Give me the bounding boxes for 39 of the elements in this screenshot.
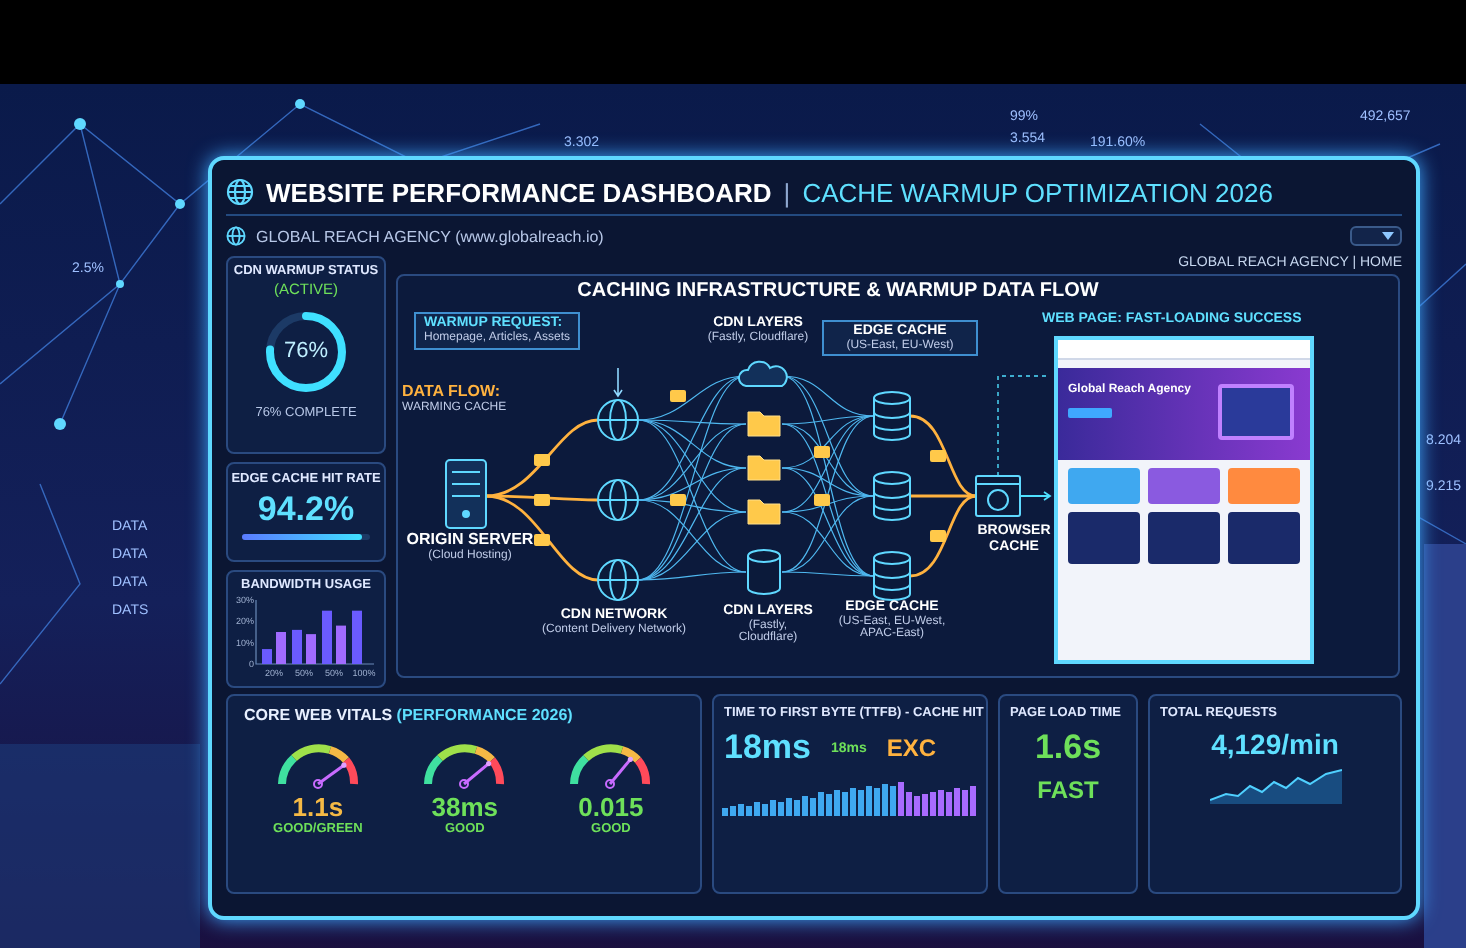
caret-icon [1382,232,1394,240]
gauge-value: 1.1s [292,792,344,822]
ttfb-grade: EXC [886,734,937,762]
gauge-value: 0.015 [578,792,644,822]
hit-rate-value: 94.2% [257,490,355,531]
progress-value: 76% [283,341,329,363]
promo-card [1148,468,1220,504]
agency-name: GLOBAL REACH AGENCY (www.globalreach.io) [256,227,604,245]
chart-bar [352,610,362,664]
promo-card [1068,468,1140,504]
product-thumbnail [1148,512,1220,564]
dashboard-title: WEBSITE PERFORMANCE DASHBOARD [266,177,772,207]
laptop-drawing [1218,384,1294,440]
chart-bar [292,629,302,664]
product-thumbnail [1228,512,1300,564]
area-sparkline [1209,768,1341,804]
progress-ring [262,308,350,396]
dropdown[interactable] [1350,226,1402,246]
chart-axis [255,599,375,665]
product-thumbnail [1068,512,1140,564]
chart-bar [306,634,316,664]
page-load-value: 1.6s [1034,728,1102,768]
chart-bar [336,625,346,664]
chart-bar [322,610,332,664]
globe-icon [226,178,254,206]
diagram-title: CACHING INFRASTRUCTURE & WARMUP DATA FLOW [575,280,1101,302]
globe-icon [226,226,246,246]
chart-bar [276,632,286,664]
requests-value: 4,129/min [1211,728,1339,760]
dashboard-subtitle: CACHE WARMUP OPTIMIZATION 2026 [802,177,1273,207]
chart-bar [262,649,272,664]
gauge-value: 38ms [431,792,499,822]
page-load-grade: FAST [1037,776,1099,804]
card-title: CORE WEB VITALS (PERFORMANCE 2026) [244,706,575,724]
node-label: ORIGIN SERVER [406,532,534,549]
data-flow-label: DATA FLOW: [402,384,501,401]
ttfb-value: 18ms [724,728,811,768]
title-separator: | [783,177,791,207]
promo-card [1228,468,1300,504]
